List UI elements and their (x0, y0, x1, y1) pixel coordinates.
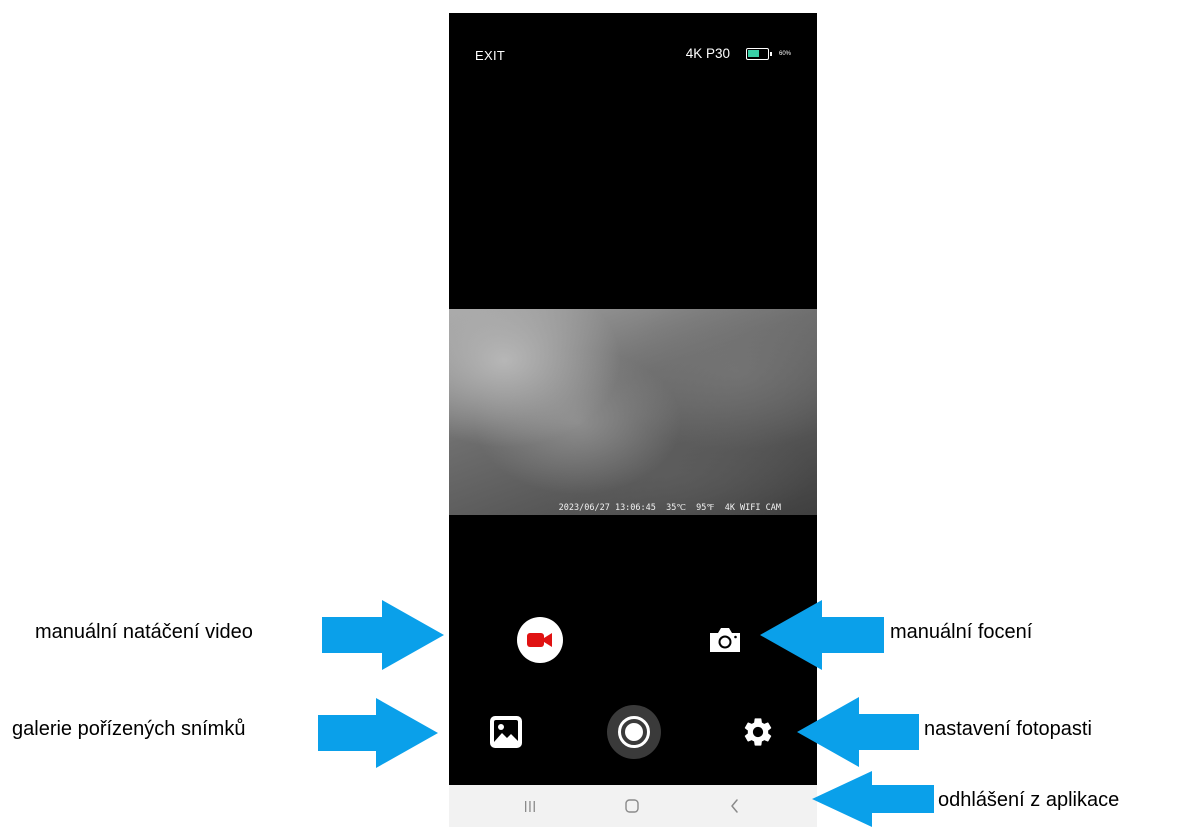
arrow-gallery (318, 698, 438, 768)
shutter-dot (625, 723, 643, 741)
arrow-photo (760, 600, 884, 670)
camera-icon (710, 628, 740, 652)
arrow-logout (812, 771, 934, 827)
home-button[interactable] (602, 785, 662, 827)
label-settings: nastavení fotopasti (924, 718, 1092, 740)
image-gallery-icon (490, 716, 522, 748)
exit-button[interactable]: EXIT (475, 48, 505, 63)
take-photo-button[interactable] (707, 625, 743, 655)
back-button[interactable] (705, 785, 765, 827)
status-indicators: 4K P30 60% (686, 46, 791, 61)
label-video: manuální natáčení video (35, 621, 253, 643)
settings-button[interactable] (739, 713, 777, 751)
video-camera-icon (527, 633, 552, 647)
label-logout: odhlášení z aplikace (938, 789, 1120, 811)
battery-level-fill (748, 50, 760, 57)
label-photo: manuální focení (890, 621, 1033, 643)
battery-icon (745, 47, 772, 60)
home-icon (625, 799, 639, 813)
system-navigation-bar (449, 785, 817, 827)
back-icon (731, 799, 738, 813)
annotated-screenshot: EXIT 4K P30 60% 2023/06/27 13:06:45 35℃ … (0, 0, 1180, 827)
feed-timestamp-overlay: 2023/06/27 13:06:45 35℃ 95℉ 4K WIFI CAM (558, 503, 781, 513)
recent-apps-icon (525, 801, 535, 812)
recent-apps-button[interactable] (500, 785, 560, 827)
arrow-settings (797, 697, 919, 767)
camera-live-feed: 2023/06/27 13:06:45 35℃ 95℉ 4K WIFI CAM (449, 309, 817, 515)
record-video-button[interactable] (517, 617, 563, 663)
gallery-button[interactable] (487, 713, 525, 751)
arrow-video (322, 600, 444, 670)
shutter-icon (618, 716, 650, 748)
shutter-button[interactable] (607, 705, 661, 759)
resolution-label: 4K P30 (685, 46, 730, 61)
label-gallery: galerie pořízených snímků (12, 718, 246, 740)
battery-percent: 60% (778, 50, 791, 57)
gear-icon (744, 718, 772, 746)
